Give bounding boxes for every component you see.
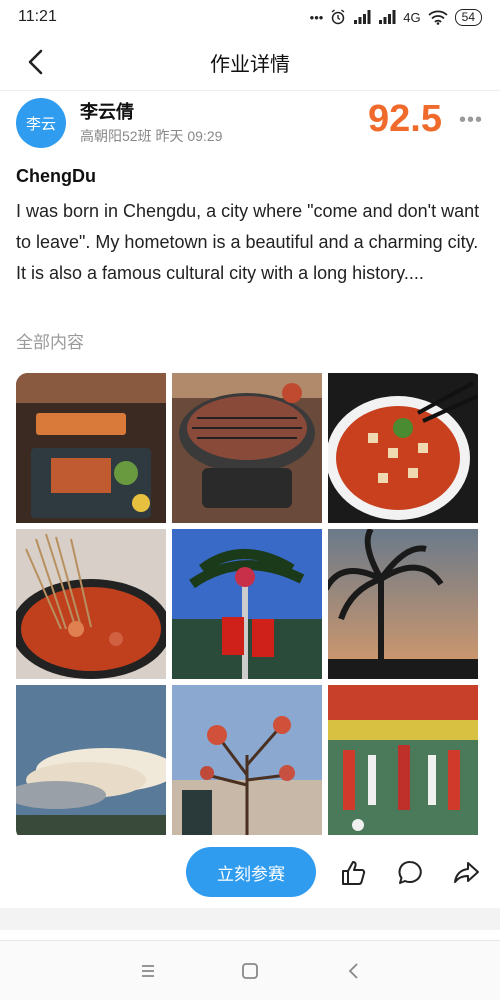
photo-spicy-tofu[interactable] [328,373,478,523]
photo-grill-meat[interactable] [172,373,322,523]
photo-palm-tree-flags[interactable] [172,529,322,679]
share-button[interactable] [452,859,480,887]
notification-dots: ••• [309,9,324,25]
menu-icon [142,965,154,977]
back-button[interactable] [18,44,54,80]
avatar-text: 李云 [25,115,56,133]
signal-icon [354,10,371,24]
photo-skewer-hotpot[interactable] [16,529,166,679]
status-icons: ••• 4G 54 [309,8,482,26]
alarm-icon [331,9,345,25]
system-menu-button[interactable] [136,959,160,983]
system-home-button[interactable] [238,959,262,983]
section-divider [0,908,500,930]
system-back-button[interactable] [342,959,366,983]
signal-hd-icon [379,10,396,24]
nav-bar: 作业详情 [0,38,500,86]
wifi-icon [428,10,448,25]
share-arrow-icon [454,862,479,883]
chevron-left-icon [28,49,43,75]
author-row: 李云 李云倩 高朝阳52班 昨天 09:29 92.5 ••• [16,96,486,156]
battery-indicator: 54 [454,8,482,26]
back-triangle-icon [348,963,358,979]
system-nav-bar [0,940,500,1000]
status-bar: 11:21 ••• 4G 54 [0,0,500,34]
author-name[interactable]: 李云倩 [80,98,134,124]
score: 92.5 [368,98,442,140]
action-bar: 立刻参赛 [0,845,500,901]
post-body: I was born in Chengdu, a city where "com… [16,201,480,283]
home-square-icon [242,963,258,979]
join-contest-button[interactable]: 立刻参赛 [186,847,316,897]
avatar[interactable]: 李云 [16,98,66,148]
photo-blossom-tree[interactable] [172,685,322,835]
page-title: 作业详情 [210,53,290,76]
thumbs-up-icon [342,861,366,885]
photo-food-platter[interactable] [16,373,166,523]
nav-divider [0,90,500,91]
full-content-link[interactable]: 全部内容 [16,328,84,353]
comment-button[interactable] [396,859,424,887]
photo-cloudy-sky[interactable] [16,685,166,835]
more-options-button[interactable]: ••• [456,108,486,132]
author-meta: 高朝阳52班 昨天 09:29 [80,128,223,144]
post-title: ChengDu [16,166,96,186]
comment-bubble-icon [398,861,422,884]
photo-grid [16,373,484,841]
status-time: 11:21 [18,8,57,25]
photo-palm-sunset[interactable] [328,529,478,679]
photo-stadium-performance[interactable] [328,685,478,835]
network-type: 4G [403,9,421,25]
like-button[interactable] [340,859,368,887]
